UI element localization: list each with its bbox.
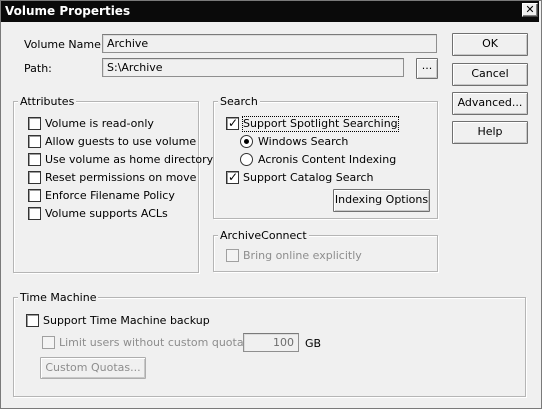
acronis-indexing-label: Acronis Content Indexing: [258, 153, 397, 166]
allow-guests-label: Allow guests to use volume: [45, 135, 197, 148]
help-button[interactable]: Help: [452, 121, 528, 144]
ok-button[interactable]: OK: [452, 33, 528, 56]
read-only-label: Volume is read-only: [45, 117, 154, 130]
filename-policy-label: Enforce Filename Policy: [45, 189, 175, 202]
home-directory-checkbox[interactable]: [28, 153, 41, 166]
time-machine-group-title: Time Machine: [18, 291, 99, 305]
path-field[interactable]: S:\Archive: [102, 58, 404, 77]
reset-permissions-label: Reset permissions on move: [45, 171, 197, 184]
browse-button[interactable]: ...: [416, 58, 438, 79]
acls-label: Volume supports ACLs: [45, 207, 168, 220]
quota-limit-field[interactable]: 100: [243, 333, 299, 352]
catalog-search-label: Support Catalog Search: [243, 171, 374, 184]
spotlight-checkbox[interactable]: ✓: [226, 116, 239, 130]
checkmark-icon: ✓: [228, 116, 239, 130]
acronis-indexing-radio[interactable]: [240, 153, 253, 166]
bring-online-label: Bring online explicitly: [243, 249, 362, 262]
path-label: Path:: [24, 62, 52, 75]
windows-search-label: Windows Search: [258, 135, 349, 148]
bring-online-checkbox[interactable]: [226, 249, 239, 262]
filename-policy-checkbox[interactable]: [28, 189, 41, 202]
home-directory-label: Use volume as home directory: [45, 153, 214, 166]
indexing-options-button[interactable]: Indexing Options: [333, 189, 430, 212]
limit-users-checkbox[interactable]: [42, 336, 55, 349]
windows-search-radio[interactable]: [240, 135, 253, 148]
archiveconnect-group-title: ArchiveConnect: [218, 229, 309, 243]
acls-checkbox[interactable]: [28, 207, 41, 220]
spotlight-label: Support Spotlight Searching: [242, 116, 399, 132]
volume-name-label: Volume Name:: [24, 38, 105, 51]
search-group-title: Search: [218, 95, 260, 109]
read-only-checkbox[interactable]: [28, 117, 41, 130]
reset-permissions-checkbox[interactable]: [28, 171, 41, 184]
checkmark-icon: ✓: [228, 170, 239, 184]
custom-quotas-button[interactable]: Custom Quotas...: [40, 357, 146, 379]
volume-name-field[interactable]: Archive: [102, 34, 437, 53]
close-icon: ✕: [525, 3, 535, 16]
time-machine-checkbox[interactable]: [26, 314, 39, 327]
time-machine-label: Support Time Machine backup: [43, 314, 210, 327]
cancel-button[interactable]: Cancel: [452, 63, 528, 86]
window-title: Volume Properties: [5, 4, 131, 18]
limit-users-label: Limit users without custom quotas to:: [59, 336, 268, 349]
title-bar: Volume Properties: [1, 1, 539, 22]
catalog-search-checkbox[interactable]: ✓: [226, 170, 239, 184]
quota-unit-label: GB: [305, 337, 322, 350]
advanced-button[interactable]: Advanced...: [452, 92, 528, 115]
radio-selected-icon: [244, 139, 249, 144]
close-button[interactable]: ✕: [522, 3, 538, 17]
allow-guests-checkbox[interactable]: [28, 135, 41, 148]
attributes-group-title: Attributes: [18, 95, 77, 109]
